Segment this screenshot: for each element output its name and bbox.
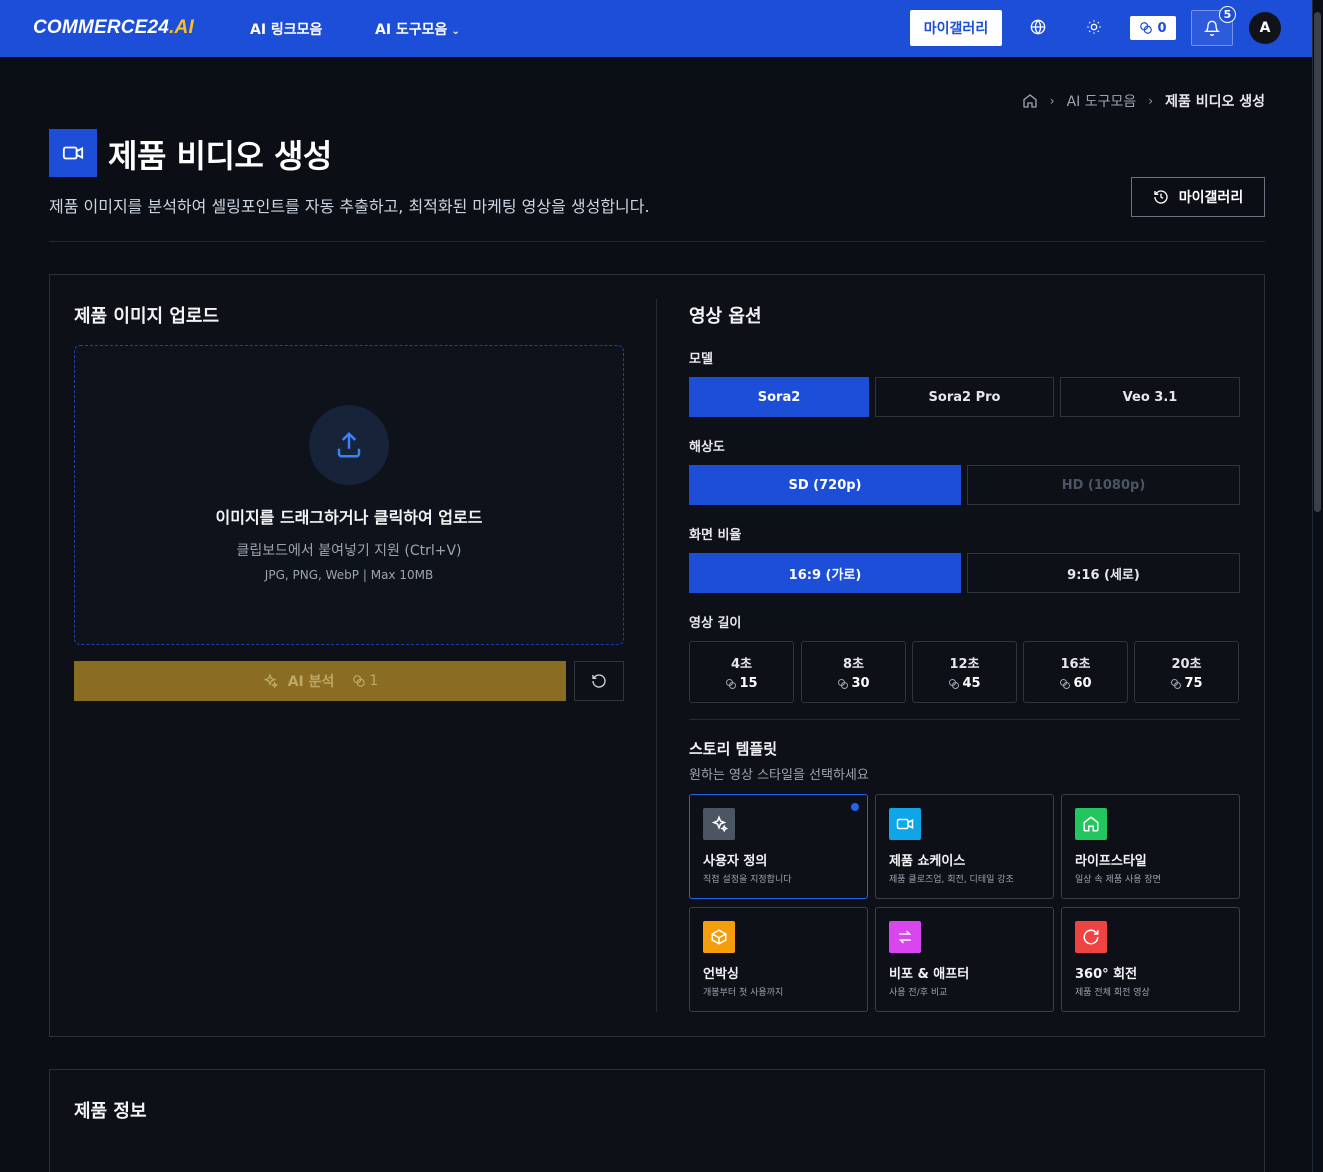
theme-toggle[interactable] [1083,16,1105,38]
ratio-label: 화면 비율 [689,528,742,543]
dropzone-title: 이미지를 드래그하거나 클릭하여 업로드 [215,508,483,527]
duration-option[interactable]: 4초 15 [689,641,794,703]
dropzone-subtitle: 클립보드에서 붙여넣기 지원 (Ctrl+V) [236,543,462,559]
video-icon [62,146,84,160]
story-template-description: 원하는 영상 스타일을 선택하세요 [689,768,869,783]
panel-divider [656,299,657,1012]
sun-icon [1087,20,1101,34]
template-card-unboxing[interactable]: 언박싱 개봉부터 첫 사용까지 [689,907,868,1012]
template-card-before-after[interactable]: 비포 & 애프터 사용 전/후 비교 [875,907,1054,1012]
resolution-option-hd[interactable]: HD (1080p) [967,465,1240,505]
chevron-right-icon: › [1049,94,1055,108]
nav-gallery-button[interactable]: 마이갤러리 [910,10,1002,46]
duration-option[interactable]: 20초 75 [1134,641,1239,703]
duration-label: 영상 길이 [689,616,742,631]
upload-icon [337,431,361,458]
logo[interactable]: COMMERCE24.AI [33,17,194,39]
upload-circle[interactable] [309,405,389,485]
ratio-option-landscape[interactable]: 16:9 (가로) [689,553,961,593]
coins-icon [838,678,849,689]
duration-option[interactable]: 12초 45 [912,641,1017,703]
model-option-veo[interactable]: Veo 3.1 [1060,377,1240,417]
dropzone-note: JPG, PNG, WebP | Max 10MB [264,568,434,582]
coins-icon [353,675,366,687]
template-card-custom[interactable]: 사용자 정의 직접 설정을 지정합니다 [689,794,868,899]
home-icon[interactable] [1022,93,1038,109]
story-template-title: 스토리 템플릿 [689,740,778,758]
ai-analyze-button[interactable]: AI 분석 1 [74,661,566,701]
box-icon [703,921,735,953]
chevron-down-icon: ⌄ [451,26,460,37]
page-title-icon [49,129,97,177]
options-divider [689,719,1240,720]
credit-balance[interactable]: 0 [1130,16,1176,40]
top-navbar: COMMERCE24.AI AI 링크모음 AI 도구모음 ⌄ 마이갤러리 0 5… [0,0,1312,57]
selected-indicator [851,803,859,811]
duration-option[interactable]: 16초 60 [1023,641,1128,703]
chevron-right-icon: › [1148,94,1154,108]
breadcrumb: › AI 도구모음 › 제품 비디오 생성 [1022,91,1265,111]
page-description: 제품 이미지를 분석하여 셀링포인트를 자동 추출하고, 최적화된 마케팅 영상… [49,197,650,216]
template-card-showcase[interactable]: 제품 쇼케이스 제품 클로즈업, 회전, 디테일 강조 [875,794,1054,899]
template-card-rotate[interactable]: 360° 회전 제품 전체 회전 영상 [1061,907,1240,1012]
model-label: 모델 [689,352,713,367]
home-icon [1075,808,1107,840]
rotate-icon [1075,921,1107,953]
sparkles-icon [703,808,735,840]
upload-section-title: 제품 이미지 업로드 [74,306,220,327]
coins-icon [1140,22,1153,34]
globe-icon [1030,19,1046,35]
coins-icon [1171,678,1182,689]
scrollbar-thumb[interactable] [1314,12,1321,512]
product-info-title: 제품 정보 [74,1101,147,1122]
header-divider [49,241,1265,242]
ratio-option-portrait[interactable]: 9:16 (세로) [967,553,1240,593]
coins-icon [949,678,960,689]
duration-option[interactable]: 8초 30 [801,641,906,703]
template-card-lifestyle[interactable]: 라이프스타일 일상 속 제품 사용 장면 [1061,794,1240,899]
sparkles-icon [263,673,278,689]
nav-link-collection[interactable]: AI 링크모음 [250,19,322,39]
swap-icon [889,921,921,953]
model-option-sora2[interactable]: Sora2 [689,377,869,417]
breadcrumb-current: 제품 비디오 생성 [1165,94,1265,110]
my-gallery-button[interactable]: 마이갤러리 [1131,177,1265,217]
page-title: 제품 비디오 생성 [108,137,332,175]
language-button[interactable] [1027,16,1049,38]
options-section-title: 영상 옵션 [689,306,762,327]
product-info-panel [49,1069,1265,1172]
coins-icon [1060,678,1071,689]
bell-icon [1204,20,1220,36]
refresh-icon [592,674,606,688]
coins-icon [726,678,737,689]
video-icon [889,808,921,840]
history-icon [1154,190,1168,204]
breadcrumb-parent[interactable]: AI 도구모음 [1067,91,1137,111]
reset-button[interactable] [574,661,624,701]
model-option-sora2-pro[interactable]: Sora2 Pro [875,377,1054,417]
ai-analyze-cost: 1 [352,673,378,689]
nav-tool-collection[interactable]: AI 도구모음 ⌄ [375,19,460,39]
resolution-label: 해상도 [689,440,725,455]
image-dropzone[interactable] [74,345,624,645]
notification-badge: 5 [1219,6,1236,23]
credit-count: 0 [1157,20,1167,36]
resolution-option-sd[interactable]: SD (720p) [689,465,961,505]
avatar[interactable]: A [1249,12,1281,44]
